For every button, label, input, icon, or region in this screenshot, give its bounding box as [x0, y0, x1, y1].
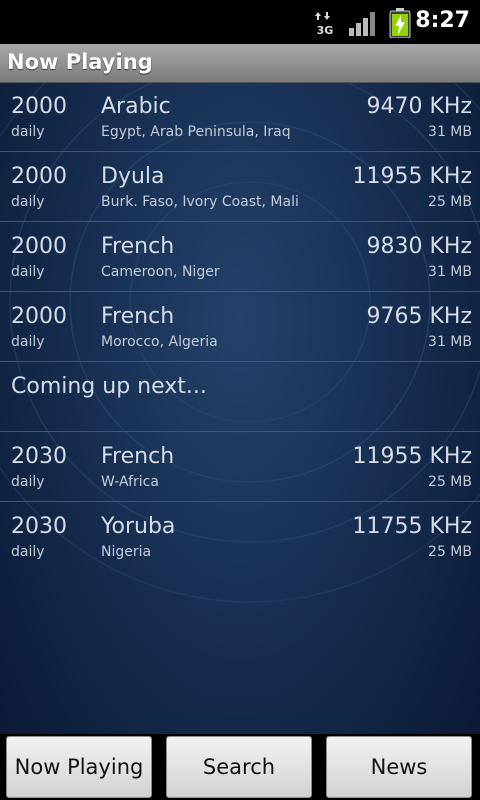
- program-row[interactable]: 2000 daily French Cameroon, Niger 9830 K…: [0, 222, 480, 292]
- program-schedule: daily: [11, 124, 45, 140]
- news-button[interactable]: News: [326, 736, 472, 798]
- program-language: Yoruba: [101, 514, 176, 539]
- program-region: Egypt, Arab Peninsula, Iraq: [101, 124, 291, 140]
- program-schedule: daily: [11, 544, 45, 560]
- program-language: Dyula: [101, 164, 165, 189]
- program-language: French: [101, 234, 175, 259]
- program-time: 2000: [11, 164, 67, 189]
- network-label: 3G: [317, 24, 334, 36]
- program-frequency: 9765 KHz: [366, 304, 473, 329]
- program-language: Arabic: [101, 94, 171, 119]
- program-size: 31 MB: [428, 334, 472, 350]
- program-schedule: daily: [11, 194, 45, 210]
- bottom-nav: Now Playing Search News: [0, 734, 480, 800]
- program-size: 25 MB: [428, 544, 472, 560]
- program-time: 2030: [11, 444, 67, 469]
- program-frequency: 9470 KHz: [366, 94, 473, 119]
- program-row[interactable]: 2000 daily Dyula Burk. Faso, Ivory Coast…: [0, 152, 480, 222]
- program-time: 2000: [11, 94, 67, 119]
- program-row[interactable]: 2000 daily French Morocco, Algeria 9765 …: [0, 292, 480, 362]
- program-time: 2000: [11, 234, 67, 259]
- status-bar: 3G 8:27: [0, 0, 480, 44]
- program-schedule: daily: [11, 334, 45, 350]
- program-language: French: [101, 304, 175, 329]
- search-button[interactable]: Search: [166, 736, 312, 798]
- coming-up-header: Coming up next...: [0, 362, 480, 432]
- program-frequency: 11755 KHz: [352, 514, 473, 539]
- title-bar: Now Playing: [0, 44, 480, 83]
- program-row[interactable]: 2030 daily Yoruba Nigeria 11755 KHz 25 M…: [0, 502, 480, 571]
- program-time: 2000: [11, 304, 67, 329]
- program-schedule: daily: [11, 474, 45, 490]
- program-row[interactable]: 2000 daily Arabic Egypt, Arab Peninsula,…: [0, 82, 480, 152]
- network-3g-icon: 3G: [315, 12, 334, 36]
- program-frequency: 11955 KHz: [352, 444, 473, 469]
- now-playing-button[interactable]: Now Playing: [6, 736, 152, 798]
- program-region: Burk. Faso, Ivory Coast, Mali: [101, 194, 299, 210]
- screen: 3G 8:27 Now Playing 2000 daily Arabic Eg…: [0, 0, 480, 800]
- program-region: Cameroon, Niger: [101, 264, 220, 280]
- program-region: W-Africa: [101, 474, 159, 490]
- program-size: 31 MB: [428, 264, 472, 280]
- program-row[interactable]: 2030 daily French W-Africa 11955 KHz 25 …: [0, 432, 480, 502]
- clock: 8:27: [415, 8, 470, 33]
- program-frequency: 9830 KHz: [366, 234, 473, 259]
- program-frequency: 11955 KHz: [352, 164, 473, 189]
- coming-up-title: Coming up next...: [11, 374, 207, 399]
- program-region: Morocco, Algeria: [101, 334, 218, 350]
- battery-charging-icon: [389, 8, 411, 38]
- program-time: 2030: [11, 514, 67, 539]
- program-region: Nigeria: [101, 544, 152, 560]
- program-size: 31 MB: [428, 124, 472, 140]
- program-schedule: daily: [11, 264, 45, 280]
- program-language: French: [101, 444, 175, 469]
- signal-strength-icon: [349, 12, 375, 36]
- program-size: 25 MB: [428, 474, 472, 490]
- program-list: 2000 daily Arabic Egypt, Arab Peninsula,…: [0, 82, 480, 571]
- program-size: 25 MB: [428, 194, 472, 210]
- page-title: Now Playing: [7, 50, 153, 74]
